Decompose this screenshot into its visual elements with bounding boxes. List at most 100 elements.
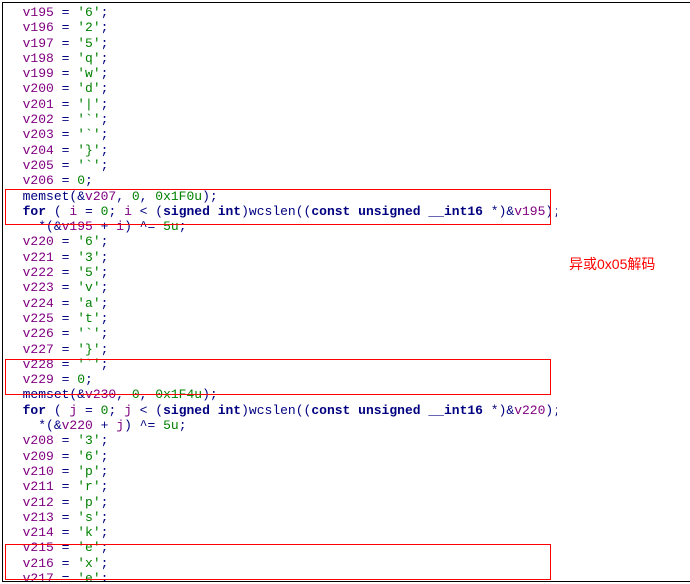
token-str: 'v' (77, 280, 100, 295)
token-op: ; (101, 51, 109, 66)
token-op: = (54, 51, 77, 66)
token-op: (& (69, 189, 85, 204)
token-var: v201 (23, 97, 54, 112)
code-line: v224 = 'a'; (7, 296, 553, 311)
token-op: + (93, 418, 116, 433)
token-op: ; (101, 495, 109, 510)
token-op: ) (241, 204, 249, 219)
token-str: '6' (77, 234, 100, 249)
token-op: = (54, 342, 77, 357)
code-line: v221 = '3'; (7, 250, 553, 265)
token-str: '5' (77, 265, 100, 280)
token-op: ; (101, 433, 109, 448)
token-op: = (54, 464, 77, 479)
token-var: v226 (23, 326, 54, 341)
token-op: = (54, 326, 77, 341)
token-var: v230 (85, 387, 116, 402)
token-var: v211 (23, 479, 54, 494)
code-line: v196 = '2'; (7, 20, 553, 35)
token-var: v196 (23, 20, 54, 35)
token-str: '5' (77, 36, 100, 51)
token-var: i (124, 204, 132, 219)
code-line: for ( j = 0; j < (signed int)wcslen((con… (7, 403, 553, 418)
token-op: ); (202, 387, 218, 402)
token-op: ; (108, 204, 124, 219)
token-var: v197 (23, 36, 54, 51)
token-op: < ( (132, 204, 163, 219)
token-op: = (54, 540, 77, 555)
code-line: v220 = '6'; (7, 234, 553, 249)
token-fn: memset (23, 387, 70, 402)
token-fn: wcslen (249, 403, 296, 418)
token-op: = (54, 280, 77, 295)
token-var: v195 (514, 204, 545, 219)
token-op: ; (101, 234, 109, 249)
token-var: i (116, 219, 124, 234)
token-var: v205 (23, 158, 54, 173)
token-op: = (54, 127, 77, 142)
token-str: 's' (77, 510, 100, 525)
token-str: 'e' (77, 540, 100, 555)
token-str: 'x' (77, 556, 100, 571)
token-op: ; (101, 20, 109, 35)
token-op: = (54, 143, 77, 158)
code-line: v210 = 'p'; (7, 464, 553, 479)
token-op: *(& (38, 219, 61, 234)
token-str: '2' (77, 20, 100, 35)
token-op: = (54, 66, 77, 81)
token-op: ; (101, 510, 109, 525)
code-line: *(&v195 + i) ^= 5u; (7, 219, 553, 234)
token-var: v210 (23, 464, 54, 479)
token-op: ) ^= (124, 418, 163, 433)
token-var: v195 (62, 219, 93, 234)
token-str: '3' (77, 250, 100, 265)
code-line: v199 = 'w'; (7, 66, 553, 81)
token-op: ; (101, 296, 109, 311)
token-var: j (116, 418, 124, 433)
token-str: 'p' (77, 495, 100, 510)
token-op: = (54, 449, 77, 464)
token-op: = (54, 265, 77, 280)
token-op: ( (46, 204, 69, 219)
token-var: v198 (23, 51, 54, 66)
token-num: 0 (132, 387, 140, 402)
code-line: v195 = '6'; (7, 5, 553, 20)
token-num: 0x1F4u (155, 387, 202, 402)
token-var: v224 (23, 296, 54, 311)
token-op: ; (101, 357, 109, 372)
token-op: ; (101, 449, 109, 464)
token-kw: const unsigned __int16 (311, 403, 483, 418)
token-var: v220 (23, 234, 54, 249)
code-line: v213 = 's'; (7, 510, 553, 525)
token-op: ; (101, 66, 109, 81)
token-op: ; (101, 540, 109, 555)
token-str: '`' (77, 326, 100, 341)
code-line: v223 = 'v'; (7, 280, 553, 295)
token-str: 'k' (77, 525, 100, 540)
token-op: = (77, 403, 100, 418)
code-line: v200 = 'd'; (7, 81, 553, 96)
code-line: memset(&v207, 0, 0x1F0u); (7, 189, 553, 204)
token-op: ; (101, 143, 109, 158)
token-op: = (54, 571, 77, 581)
token-str: 'd' (77, 81, 100, 96)
token-op: = (77, 204, 100, 219)
token-op: = (54, 479, 77, 494)
token-str: '`' (77, 357, 100, 372)
token-str: 'p' (77, 464, 100, 479)
token-kw: const unsigned __int16 (311, 204, 483, 219)
code-line: v212 = 'p'; (7, 495, 553, 510)
token-op: (( (296, 403, 312, 418)
token-var: v221 (23, 250, 54, 265)
code-line: v205 = '`'; (7, 158, 553, 173)
token-op: + (93, 219, 116, 234)
code-line: v217 = 'e'; (7, 571, 553, 581)
token-kw: for (23, 204, 46, 219)
token-op: ; (85, 173, 93, 188)
token-var: v215 (23, 540, 54, 555)
token-var: v214 (23, 525, 54, 540)
token-op: , (116, 189, 132, 204)
annotation-text: 异或0x05解码 (569, 257, 655, 272)
token-op: , (116, 387, 132, 402)
decompiler-code-panel: v195 = '6'; v196 = '2'; v197 = '5'; v198… (3, 3, 557, 581)
